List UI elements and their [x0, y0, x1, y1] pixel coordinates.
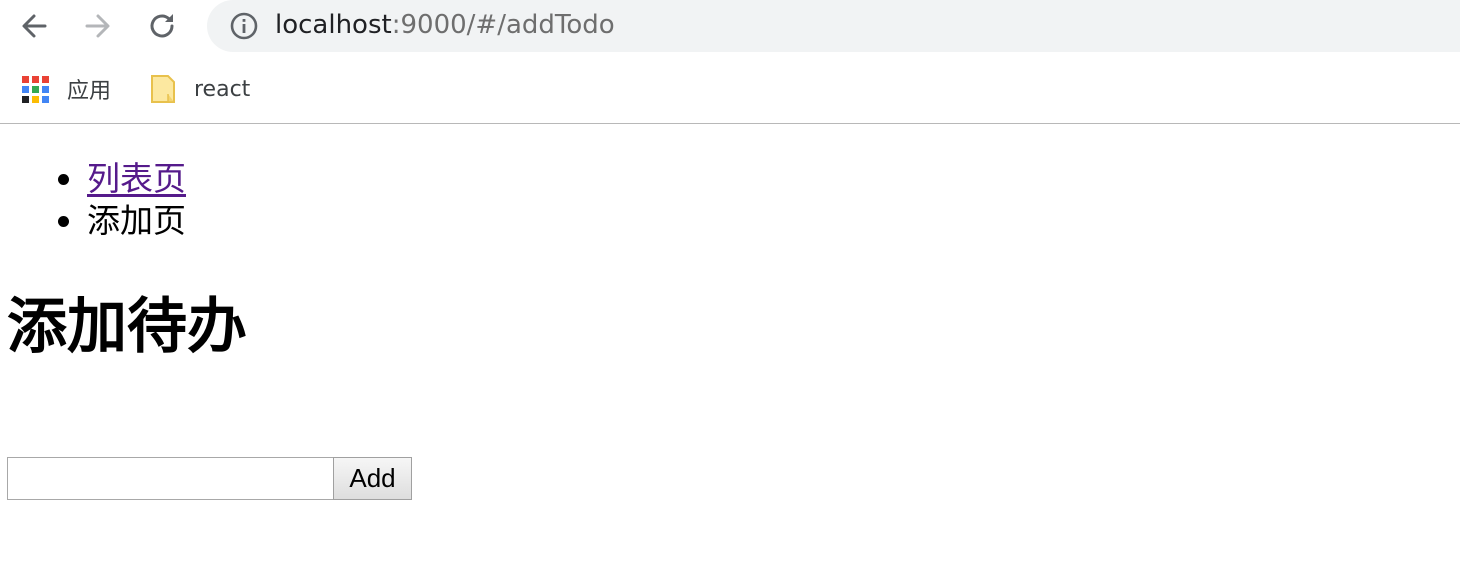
- bookmark-apps[interactable]: 应用: [22, 66, 111, 112]
- url-text[interactable]: localhost:9000/#/addTodo: [275, 8, 615, 42]
- apps-grid-icon: [22, 75, 49, 103]
- back-button[interactable]: [14, 6, 54, 46]
- forward-button[interactable]: [78, 6, 118, 46]
- reload-button[interactable]: [142, 6, 182, 46]
- forward-arrow-icon: [85, 14, 110, 38]
- address-bar[interactable]: localhost:9000/#/addTodo: [207, 0, 1460, 52]
- bookmark-react[interactable]: react: [150, 66, 250, 112]
- bookmarks-bar: 应用 react: [0, 66, 1460, 112]
- add-todo-form: Add: [7, 457, 412, 500]
- todo-input[interactable]: [7, 457, 333, 500]
- nav-link-list-page[interactable]: 列表页: [87, 159, 186, 198]
- nav-item-list: 列表页: [58, 158, 186, 200]
- back-arrow-icon: [22, 14, 47, 38]
- page-content: 列表页 添加页 添加待办 Add: [0, 124, 1460, 580]
- page-title: 添加待办: [7, 292, 247, 362]
- reload-icon: [150, 14, 174, 38]
- info-icon[interactable]: [229, 11, 259, 41]
- browser-chrome: localhost:9000/#/addTodo 应用 react: [0, 0, 1460, 124]
- add-button[interactable]: Add: [333, 457, 412, 500]
- browser-toolbar: localhost:9000/#/addTodo: [0, 0, 1460, 52]
- url-host: localhost: [275, 10, 392, 40]
- nav-item-add: 添加页: [58, 200, 186, 242]
- bookmark-label-apps: 应用: [67, 79, 112, 104]
- url-path: :9000/#/addTodo: [391, 10, 615, 40]
- nav-current-add-page: 添加页: [87, 201, 186, 240]
- folder-icon: [151, 75, 175, 103]
- bookmark-label-react: react: [194, 76, 251, 102]
- nav-list: 列表页 添加页: [0, 158, 186, 242]
